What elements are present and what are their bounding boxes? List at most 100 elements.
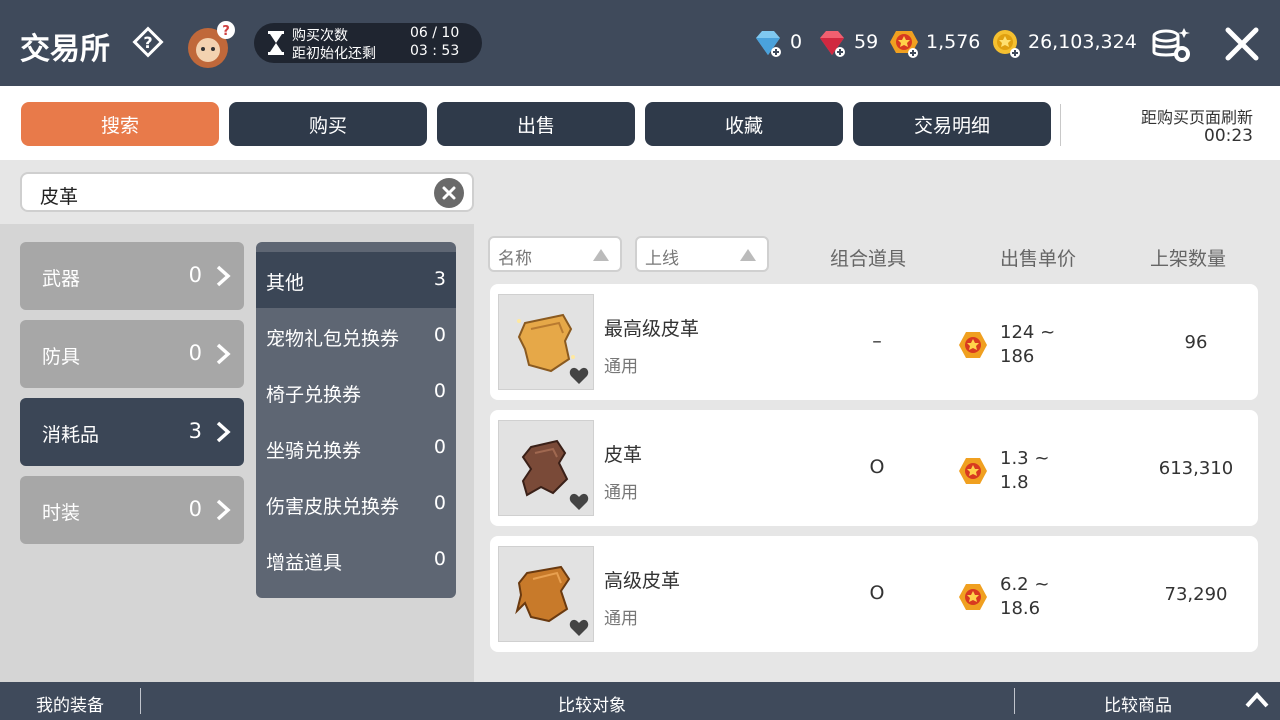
footer-divider	[1014, 688, 1015, 714]
list-item[interactable]: 皮革 通用 O 1.3 ~ 1.8 613,310	[490, 410, 1258, 526]
list-item[interactable]: 最高级皮革 通用 – 124 ~ 186 96	[490, 284, 1258, 400]
sort-triangle-icon	[593, 249, 609, 261]
npc-avatar[interactable]: ?	[182, 20, 238, 70]
subcategory-chair-voucher[interactable]: 椅子兑换券 0	[256, 364, 456, 420]
category-costume[interactable]: 时装 0	[20, 476, 244, 544]
category-label: 消耗品	[42, 424, 100, 446]
tab-favorites[interactable]: 收藏	[645, 102, 843, 146]
subcategory-label: 椅子兑换券	[266, 384, 362, 406]
tab-buy[interactable]: 购买	[229, 102, 427, 146]
subcategory-label: 坐骑兑换券	[266, 440, 362, 462]
item-thumbnail	[498, 420, 594, 516]
tab-search[interactable]: 搜索	[21, 102, 219, 146]
list-item[interactable]: 高级皮革 通用 O 6.2 ~ 18.6 73,290	[490, 536, 1258, 652]
category-armor[interactable]: 防具 0	[20, 320, 244, 388]
search-row: 皮革	[0, 160, 1280, 224]
medal-coin-icon	[890, 31, 918, 58]
subcategory-count: 0	[433, 436, 446, 458]
subcategory-count: 0	[433, 548, 446, 570]
subcategory-damage-skin-voucher[interactable]: 伤害皮肤兑换券 0	[256, 476, 456, 532]
close-icon[interactable]	[1222, 24, 1262, 64]
category-consumables[interactable]: 消耗品 3	[20, 398, 244, 466]
ruby-value: 59	[854, 31, 879, 53]
category-count: 0	[188, 263, 202, 287]
favorite-heart-icon[interactable]	[569, 493, 589, 511]
hourglass-icon	[268, 31, 284, 55]
column-qty: 上架数量	[1150, 248, 1227, 270]
subcategory-count: 0	[433, 324, 446, 346]
svg-text:?: ?	[143, 33, 152, 52]
item-type: 通用	[604, 609, 638, 629]
item-combo: –	[872, 330, 882, 352]
tab-sell[interactable]: 出售	[437, 102, 635, 146]
page-title: 交易所	[20, 32, 110, 67]
item-combo: O	[869, 582, 885, 604]
subcategory-buff-items[interactable]: 增益道具 0	[256, 532, 456, 588]
clear-search-icon[interactable]	[434, 178, 464, 208]
price-min: 6.2 ~	[1000, 574, 1050, 595]
sort-by-date[interactable]: 上线	[635, 236, 769, 272]
purchase-count-label: 购买次数	[292, 28, 348, 44]
bottom-bar: 我的装备 比较对象 比较商品	[0, 682, 1280, 720]
price-max: 186	[1000, 346, 1035, 367]
search-input[interactable]: 皮革	[20, 172, 474, 212]
coin-exchange-icon[interactable]	[1146, 22, 1194, 66]
reset-timer-label: 距初始化还剩	[292, 46, 376, 62]
chevron-right-icon	[216, 421, 231, 443]
gold-value: 26,103,324	[1028, 31, 1137, 53]
subcategory-list: 其他 3 宠物礼包兑换券 0 椅子兑换券 0 坐骑兑换券 0 伤害皮肤兑换券 0…	[256, 242, 456, 598]
category-count: 0	[188, 341, 202, 365]
reset-timer-value: 03 : 53	[410, 43, 460, 59]
refresh-timer: 00:23	[1204, 126, 1253, 146]
svg-text:?: ?	[222, 24, 230, 39]
subcategory-count: 0	[433, 380, 446, 402]
sort-date-label: 上线	[645, 249, 679, 269]
subcategory-count: 3	[433, 268, 446, 290]
compare-target-label[interactable]: 比较对象	[0, 691, 1184, 716]
tab-transactions[interactable]: 交易明细	[853, 102, 1051, 146]
search-value: 皮革	[40, 186, 79, 208]
purchase-timer: 购买次数 距初始化还剩 06 / 10 03 : 53	[254, 23, 482, 63]
compare-items-button[interactable]: 比较商品	[1104, 691, 1172, 716]
medal-coin-icon	[959, 332, 987, 358]
item-type: 通用	[604, 483, 638, 503]
subcategory-pet-voucher[interactable]: 宠物礼包兑换券 0	[256, 308, 456, 364]
purchase-count-value: 06 / 10	[410, 25, 460, 41]
column-combo: 组合道具	[830, 248, 907, 270]
price-min: 1.3 ~	[1000, 448, 1050, 469]
favorite-heart-icon[interactable]	[569, 367, 589, 385]
item-combo: O	[869, 456, 885, 478]
item-type: 通用	[604, 357, 638, 377]
category-weapon[interactable]: 武器 0	[20, 242, 244, 310]
sort-triangle-icon	[740, 249, 756, 261]
subcategory-other[interactable]: 其他 3	[256, 252, 456, 308]
sort-by-name[interactable]: 名称	[488, 236, 622, 272]
results-panel: 名称 上线 组合道具 出售单价 上架数量 最高级皮革 通用 – 124 ~ 18…	[474, 224, 1280, 682]
gold-coin-icon	[993, 30, 1020, 58]
category-label: 武器	[42, 268, 81, 290]
price-max: 18.6	[1000, 598, 1041, 619]
tab-divider	[1060, 104, 1061, 146]
chevron-right-icon	[216, 265, 231, 287]
item-quantity: 73,290	[1164, 584, 1228, 605]
item-quantity: 613,310	[1158, 458, 1234, 479]
item-thumbnail	[498, 546, 594, 642]
medal-value: 1,576	[926, 31, 981, 53]
tab-bar: 搜索 购买 出售 收藏 交易明细 距购买页面刷新 00:23	[0, 86, 1280, 160]
ruby-icon	[820, 31, 845, 57]
column-price: 出售单价	[1000, 248, 1077, 270]
category-label: 时装	[42, 502, 81, 524]
favorite-heart-icon[interactable]	[569, 619, 589, 637]
subcategory-mount-voucher[interactable]: 坐骑兑换券 0	[256, 420, 456, 476]
diamond-icon	[756, 31, 781, 57]
medal-coin-icon	[959, 584, 987, 610]
category-count: 0	[188, 497, 202, 521]
item-name: 最高级皮革	[604, 318, 700, 340]
chevron-up-icon[interactable]	[1244, 690, 1270, 710]
category-panel: 武器 0 防具 0 消耗品 3 时装 0 其他 3 宠物礼包兑换券 0 椅子兑换…	[0, 224, 474, 682]
item-thumbnail	[498, 294, 594, 390]
help-icon[interactable]: ?	[130, 24, 166, 60]
category-label: 防具	[42, 346, 81, 368]
subcategory-label: 增益道具	[266, 552, 343, 574]
subcategory-label: 宠物礼包兑换券	[266, 328, 400, 350]
